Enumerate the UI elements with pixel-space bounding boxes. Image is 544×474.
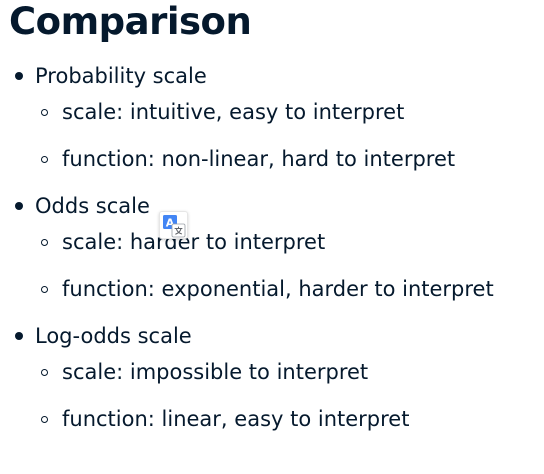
sub-bullet-icon xyxy=(41,156,48,163)
sub-bullet-icon xyxy=(41,416,48,423)
list-item: function: linear, easy to interpret xyxy=(62,407,410,431)
bullet-icon xyxy=(15,72,23,80)
sub-bullet-icon xyxy=(41,239,48,246)
sub-bullet-icon xyxy=(41,109,48,116)
list-item: function: non-linear, hard to interpret xyxy=(62,147,456,171)
translate-button[interactable]: A xyxy=(159,211,188,239)
bullet-icon xyxy=(15,332,23,340)
bullet-icon xyxy=(15,202,23,210)
section-heading-probability: Probability scale xyxy=(35,64,207,88)
sub-bullet-icon xyxy=(41,369,48,376)
list-item: scale: impossible to interpret xyxy=(62,360,369,384)
list-item: scale: intuitive, easy to interpret xyxy=(62,100,405,124)
section-heading-log-odds: Log-odds scale xyxy=(35,324,192,348)
translate-icon: A xyxy=(163,215,186,238)
list-item: function: exponential, harder to interpr… xyxy=(62,277,494,301)
section-heading-odds: Odds scale xyxy=(35,194,150,218)
sub-bullet-icon xyxy=(41,286,48,293)
page-title: Comparison xyxy=(9,0,252,43)
list-item: scale: harder to interpret xyxy=(62,230,326,254)
